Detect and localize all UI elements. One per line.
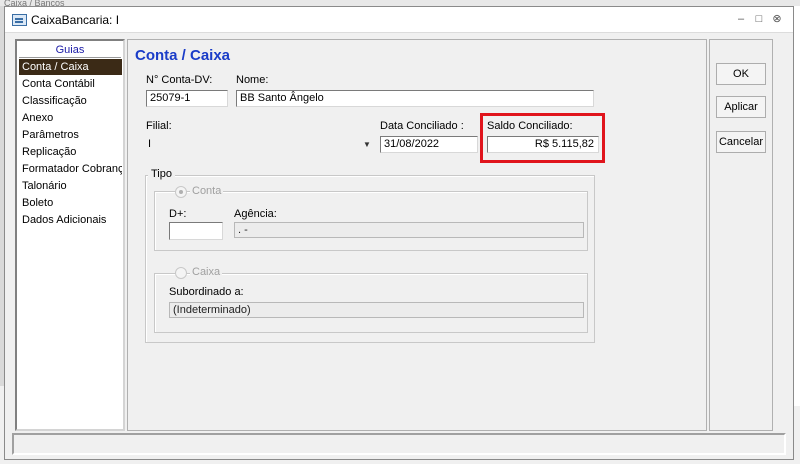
conta-radio-label: Conta bbox=[190, 185, 224, 197]
aplicar-button[interactable]: Aplicar bbox=[716, 96, 766, 118]
d-plus-field[interactable] bbox=[169, 222, 223, 240]
window-app-icon bbox=[12, 14, 27, 26]
filial-label: Filial: bbox=[146, 120, 172, 132]
guia-item-boleto[interactable]: Boleto bbox=[19, 195, 122, 211]
action-button-panel: OK Aplicar Cancelar bbox=[709, 39, 773, 431]
tipo-label: Tipo bbox=[148, 168, 175, 180]
guias-list[interactable]: Guias Conta / Caixa Conta Contábil Class… bbox=[15, 39, 125, 431]
conta-dv-label: N° Conta-DV: bbox=[146, 74, 213, 86]
subordinado-field[interactable]: (Indeterminado) bbox=[169, 302, 584, 318]
guia-item-talonario[interactable]: Talonário bbox=[19, 178, 122, 194]
conta-caixa-panel: Conta / Caixa N° Conta-DV: 25079-1 Nome:… bbox=[127, 39, 707, 431]
nome-field[interactable]: BB Santo Ângelo bbox=[236, 90, 594, 107]
caixa-bancaria-window: CaixaBancaria: I – □ ⊗ Guias Conta / Cai… bbox=[4, 6, 794, 460]
maximize-button[interactable]: □ bbox=[751, 12, 767, 26]
chevron-down-icon[interactable]: ▼ bbox=[360, 136, 374, 153]
filial-combo[interactable]: I ▼ bbox=[146, 136, 372, 153]
window-title: CaixaBancaria: I bbox=[31, 13, 120, 27]
data-conciliado-field[interactable]: 31/08/2022 bbox=[380, 136, 478, 153]
guias-title: Guias bbox=[55, 44, 85, 56]
agencia-label: Agência: bbox=[234, 208, 277, 220]
d-plus-label: D+: bbox=[169, 208, 187, 220]
guia-item-conta-caixa[interactable]: Conta / Caixa bbox=[19, 59, 122, 75]
filial-value: I bbox=[148, 138, 152, 150]
guia-item-replicacao[interactable]: Replicação bbox=[19, 144, 122, 160]
guia-item-conta-contabil[interactable]: Conta Contábil bbox=[19, 76, 122, 92]
data-conciliado-label: Data Conciliado : bbox=[380, 120, 464, 132]
conta-radio[interactable] bbox=[175, 186, 187, 198]
guia-item-classificacao[interactable]: Classificação bbox=[19, 93, 122, 109]
saldo-conciliado-field[interactable]: R$ 5.115,82 bbox=[487, 136, 599, 153]
minimize-button[interactable]: – bbox=[733, 12, 749, 26]
caixa-radio-label: Caixa bbox=[190, 266, 223, 278]
conta-dv-field[interactable]: 25079-1 bbox=[146, 90, 228, 107]
title-bar[interactable]: CaixaBancaria: I – □ ⊗ bbox=[5, 7, 793, 33]
saldo-conciliado-label: Saldo Conciliado: bbox=[487, 120, 573, 132]
guia-item-formatador-cobranca[interactable]: Formatador Cobrança bbox=[19, 161, 122, 177]
subordinado-label: Subordinado a: bbox=[169, 286, 244, 298]
guias-divider bbox=[19, 57, 121, 58]
guia-item-dados-adicionais[interactable]: Dados Adicionais bbox=[19, 212, 122, 228]
cancelar-button[interactable]: Cancelar bbox=[716, 131, 766, 153]
page-title: Conta / Caixa bbox=[135, 47, 231, 64]
conta-group bbox=[154, 191, 588, 251]
guia-item-parametros[interactable]: Parâmetros bbox=[19, 127, 122, 143]
nome-label: Nome: bbox=[236, 74, 269, 86]
ok-button[interactable]: OK bbox=[716, 63, 766, 85]
caixa-radio[interactable] bbox=[175, 267, 187, 279]
close-button[interactable]: ⊗ bbox=[769, 12, 785, 26]
status-bar bbox=[12, 433, 786, 455]
background-window-edge-right bbox=[793, 6, 800, 406]
agencia-field[interactable]: . - bbox=[234, 222, 584, 238]
guia-item-anexo[interactable]: Anexo bbox=[19, 110, 122, 126]
